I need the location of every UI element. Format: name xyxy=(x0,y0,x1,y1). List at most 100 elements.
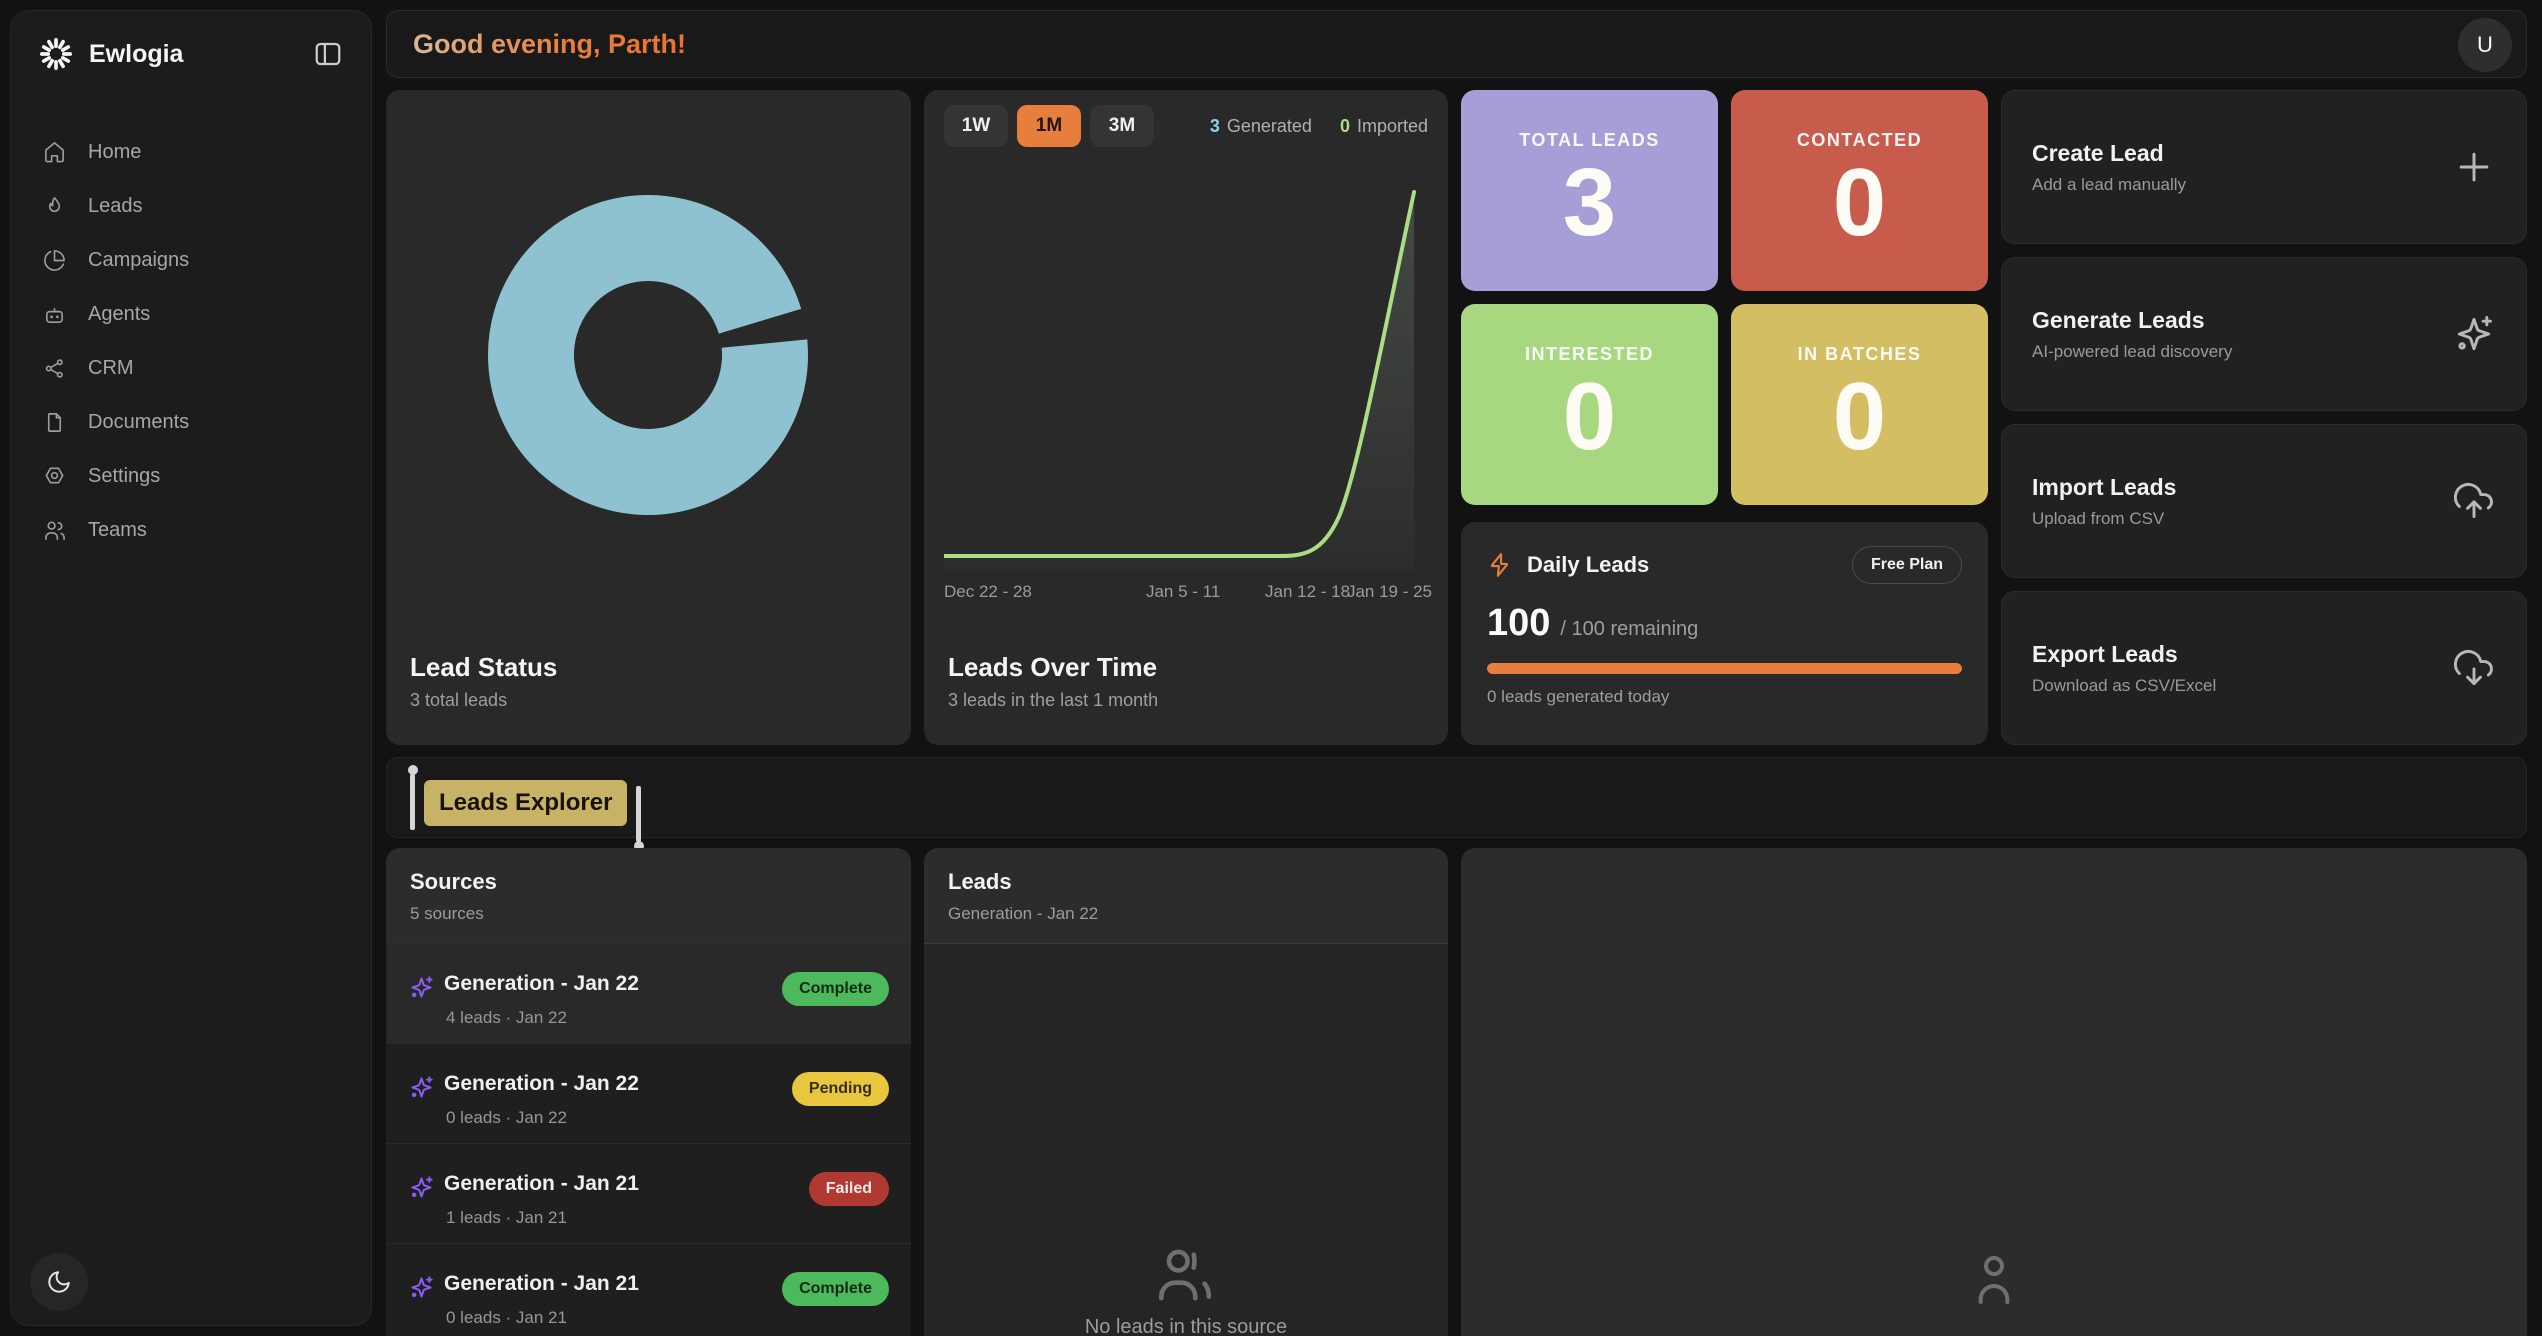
sparkles-icon xyxy=(2452,312,2496,356)
import-leads-button[interactable]: Import Leads Upload from CSV xyxy=(2001,424,2527,578)
source-row[interactable]: Generation - Jan 21 1 leads · Jan 21 Fai… xyxy=(386,1143,911,1243)
daily-progress-fill xyxy=(1487,663,1962,674)
sources-subtitle: 5 sources xyxy=(410,904,887,924)
lead-status-card: Lead Status 3 total leads xyxy=(386,90,911,745)
status-badge: Complete xyxy=(782,972,889,1006)
source-row[interactable]: Generation - Jan 22 0 leads · Jan 22 Pen… xyxy=(386,1043,911,1143)
cloud-upload-icon xyxy=(2452,479,2496,523)
sidebar-item-settings[interactable]: Settings xyxy=(11,449,371,503)
stat-contacted: CONTACTED 0 xyxy=(1731,90,1988,291)
daily-progress-bar xyxy=(1487,663,1962,674)
daily-quota-text: / 100 remaining xyxy=(1560,618,1698,641)
sidebar-item-agents[interactable]: Agents xyxy=(11,287,371,341)
bot-icon xyxy=(43,303,66,326)
sparkles-icon xyxy=(408,974,435,1001)
selection-handle-end[interactable] xyxy=(636,786,641,842)
app-name: Ewlogia xyxy=(89,40,297,69)
cloud-download-icon xyxy=(2452,646,2496,690)
source-row[interactable]: Generation - Jan 22 4 leads · Jan 22 Com… xyxy=(386,943,911,1043)
status-badge: Failed xyxy=(809,1172,889,1206)
action-subtitle: Upload from CSV xyxy=(2032,509,2176,529)
leads-panel-title: Leads xyxy=(948,869,1424,895)
x-tick: Dec 22 - 28 xyxy=(944,582,1032,602)
leads-over-time-card: 1W 1M 3M 3Generated 0Imported xyxy=(924,90,1448,745)
sidebar-item-label: Documents xyxy=(88,411,189,434)
action-subtitle: Download as CSV/Excel xyxy=(2032,676,2216,696)
sidebar-nav: Home Leads Campaigns Agents CRM Document… xyxy=(11,125,371,557)
action-subtitle: AI-powered lead discovery xyxy=(2032,342,2232,362)
sidebar-item-label: Leads xyxy=(88,195,143,218)
daily-used-count: 100 xyxy=(1487,602,1550,645)
tab-1m[interactable]: 1M xyxy=(1017,105,1081,147)
zap-icon xyxy=(1487,552,1513,578)
source-row[interactable]: Generation - Jan 21 0 leads · Jan 21 Com… xyxy=(386,1243,911,1336)
x-tick: Jan 19 - 25 xyxy=(1347,582,1432,602)
selection-handle-start[interactable] xyxy=(410,774,415,830)
sidebar-item-label: Campaigns xyxy=(88,249,189,272)
sources-title: Sources xyxy=(410,869,887,895)
sparkles-icon xyxy=(408,1274,435,1301)
sidebar-item-campaigns[interactable]: Campaigns xyxy=(11,233,371,287)
tab-3m[interactable]: 3M xyxy=(1090,105,1154,147)
sidebar-item-label: Home xyxy=(88,141,141,164)
flame-icon xyxy=(43,195,66,218)
stat-label: TOTAL LEADS xyxy=(1519,130,1660,151)
sparkles-icon xyxy=(408,1174,435,1201)
greeting-bar: Good evening, Parth! U xyxy=(386,10,2527,78)
source-title: Generation - Jan 21 xyxy=(444,1272,639,1296)
sidebar-item-home[interactable]: Home xyxy=(11,125,371,179)
source-meta: 1 leads · Jan 21 xyxy=(446,1208,567,1228)
ewlogia-logo-icon xyxy=(39,37,73,71)
sidebar-item-teams[interactable]: Teams xyxy=(11,503,371,557)
export-leads-button[interactable]: Export Leads Download as CSV/Excel xyxy=(2001,591,2527,745)
stat-interested: INTERESTED 0 xyxy=(1461,304,1718,505)
source-title: Generation - Jan 22 xyxy=(444,972,639,996)
sidebar-item-documents[interactable]: Documents xyxy=(11,395,371,449)
gear-icon xyxy=(43,465,66,488)
sidebar-item-label: CRM xyxy=(88,357,134,380)
home-icon xyxy=(43,141,66,164)
lead-status-title: Lead Status xyxy=(410,652,557,683)
person-empty-icon xyxy=(1962,1246,2026,1310)
status-badge: Pending xyxy=(792,1072,889,1106)
sidebar-item-crm[interactable]: CRM xyxy=(11,341,371,395)
action-title: Export Leads xyxy=(2032,641,2216,668)
theme-toggle-button[interactable] xyxy=(30,1253,88,1311)
user-avatar[interactable]: U xyxy=(2458,18,2512,72)
generate-leads-button[interactable]: Generate Leads AI-powered lead discovery xyxy=(2001,257,2527,411)
action-subtitle: Add a lead manually xyxy=(2032,175,2186,195)
text-selection: Leads Explorer xyxy=(410,764,641,842)
leads-explorer-bar: Leads Explorer xyxy=(386,757,2527,838)
tab-1w[interactable]: 1W xyxy=(944,105,1008,147)
sparkles-icon xyxy=(408,1074,435,1101)
stat-value: 0 xyxy=(1833,369,1886,465)
stat-value: 3 xyxy=(1563,155,1616,251)
status-badge: Complete xyxy=(782,1272,889,1306)
x-axis-labels: Dec 22 - 28 Jan 5 - 11 Jan 12 - 18 Jan 1… xyxy=(944,582,1432,604)
stat-value: 0 xyxy=(1563,369,1616,465)
sidebar-collapse-icon[interactable] xyxy=(313,39,343,69)
sidebar-item-leads[interactable]: Leads xyxy=(11,179,371,233)
stat-label: CONTACTED xyxy=(1797,130,1922,151)
x-tick: Jan 12 - 18 xyxy=(1265,582,1350,602)
stats-grid: TOTAL LEADS 3 CONTACTED 0 INTERESTED 0 I… xyxy=(1461,90,1988,505)
leads-explorer-title[interactable]: Leads Explorer xyxy=(424,780,627,826)
lead-detail-panel xyxy=(1461,848,2527,1336)
greeting-text: Good evening, Parth! xyxy=(413,29,686,60)
x-tick: Jan 5 - 11 xyxy=(1146,582,1220,602)
source-title: Generation - Jan 21 xyxy=(444,1172,639,1196)
source-meta: 0 leads · Jan 21 xyxy=(446,1308,567,1328)
moon-icon xyxy=(46,1269,72,1295)
sources-card: Sources 5 sources Generation - Jan 22 4 … xyxy=(386,848,911,1336)
daily-footnote: 0 leads generated today xyxy=(1487,687,1962,707)
plus-icon xyxy=(2452,145,2496,189)
stat-label: INTERESTED xyxy=(1525,344,1654,365)
leads-over-time-title: Leads Over Time xyxy=(948,652,1157,683)
plan-badge: Free Plan xyxy=(1852,546,1962,584)
create-lead-button[interactable]: Create Lead Add a lead manually xyxy=(2001,90,2527,244)
lead-status-donut-chart xyxy=(478,185,818,525)
sidebar-item-label: Agents xyxy=(88,303,150,326)
legend-imported: 0Imported xyxy=(1340,116,1428,137)
users-empty-icon xyxy=(1149,1238,1223,1312)
logo-row: Ewlogia xyxy=(11,11,371,81)
